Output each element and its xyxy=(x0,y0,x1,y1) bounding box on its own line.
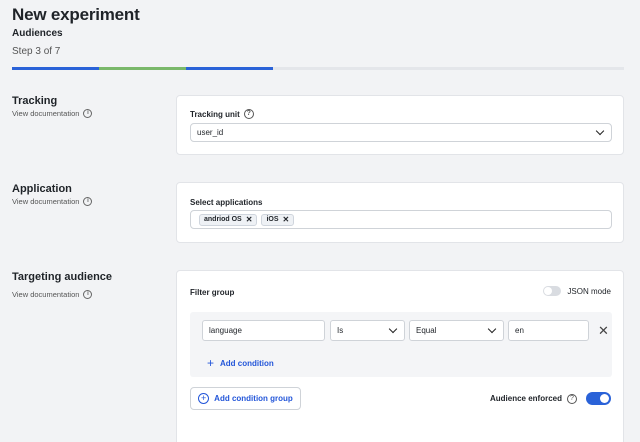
json-mode-toggle[interactable] xyxy=(543,286,562,296)
targeting-title: Targeting audience xyxy=(12,271,113,283)
operator-select[interactable]: Is xyxy=(330,320,405,341)
plus-icon: + xyxy=(207,356,215,370)
json-mode-label: JSON mode xyxy=(567,286,611,296)
select-applications-label: Select applications xyxy=(190,198,263,207)
tracking-title: Tracking xyxy=(12,95,58,107)
tracking-unit-label: Tracking unit ? xyxy=(190,109,254,119)
chevron-down-icon xyxy=(487,324,497,334)
doc-link-label[interactable]: View documentation xyxy=(12,109,79,118)
progress-segment-2 xyxy=(99,67,186,70)
app-tag: andriod OS ✕ xyxy=(199,213,258,226)
close-icon[interactable]: ✕ xyxy=(246,215,253,224)
close-icon[interactable]: ✕ xyxy=(283,215,290,224)
doc-link-label[interactable]: View documentation xyxy=(12,197,79,206)
targeting-doc-link[interactable]: View documentation i xyxy=(12,290,93,299)
chevron-down-icon xyxy=(388,324,398,334)
audience-enforced-group: Audience enforced ? xyxy=(490,392,611,405)
filter-group-label: Filter group xyxy=(190,288,235,297)
chevron-down-icon xyxy=(595,126,605,136)
comparator-select[interactable]: Equal xyxy=(409,320,504,341)
json-mode-toggle-group: JSON mode xyxy=(543,286,611,296)
page-subtitle: Audiences xyxy=(12,28,63,39)
application-card: Select applications andriod OS ✕ iOS ✕ xyxy=(176,182,624,243)
page-title: New experiment xyxy=(12,5,140,24)
audience-enforced-toggle[interactable] xyxy=(586,392,611,405)
plus-circle-icon: + xyxy=(198,393,210,404)
add-condition-button[interactable]: + Add condition xyxy=(207,356,274,370)
value-input[interactable]: en xyxy=(508,320,589,341)
applications-multiselect[interactable]: andriod OS ✕ iOS ✕ xyxy=(190,210,612,229)
tracking-doc-link[interactable]: View documentation i xyxy=(12,109,93,118)
help-icon[interactable]: ? xyxy=(567,393,577,404)
application-doc-link[interactable]: View documentation i xyxy=(12,197,93,206)
step-indicator: Step 3 of 7 xyxy=(12,46,61,57)
progress-bar xyxy=(12,67,624,70)
attribute-input[interactable]: language xyxy=(202,320,325,341)
progress-segment-1 xyxy=(12,67,99,70)
info-icon: i xyxy=(83,197,93,206)
app-tag: iOS ✕ xyxy=(261,213,295,226)
info-icon: i xyxy=(83,109,93,118)
targeting-card: Filter group JSON mode language Is Equal… xyxy=(176,270,624,442)
audience-enforced-label: Audience enforced xyxy=(489,394,562,403)
progress-segment-3 xyxy=(186,67,273,70)
info-icon: i xyxy=(83,290,93,299)
close-icon[interactable]: ✕ xyxy=(598,323,609,339)
tracking-unit-select[interactable]: user_id xyxy=(190,123,612,142)
help-icon[interactable]: ? xyxy=(243,109,254,119)
condition-group: language Is Equal en ✕ + Add condition xyxy=(190,312,612,377)
doc-link-label[interactable]: View documentation xyxy=(12,290,79,299)
add-condition-group-button[interactable]: + Add condition group xyxy=(190,387,301,410)
application-title: Application xyxy=(12,183,72,195)
tracking-card: Tracking unit ? user_id xyxy=(176,95,624,155)
